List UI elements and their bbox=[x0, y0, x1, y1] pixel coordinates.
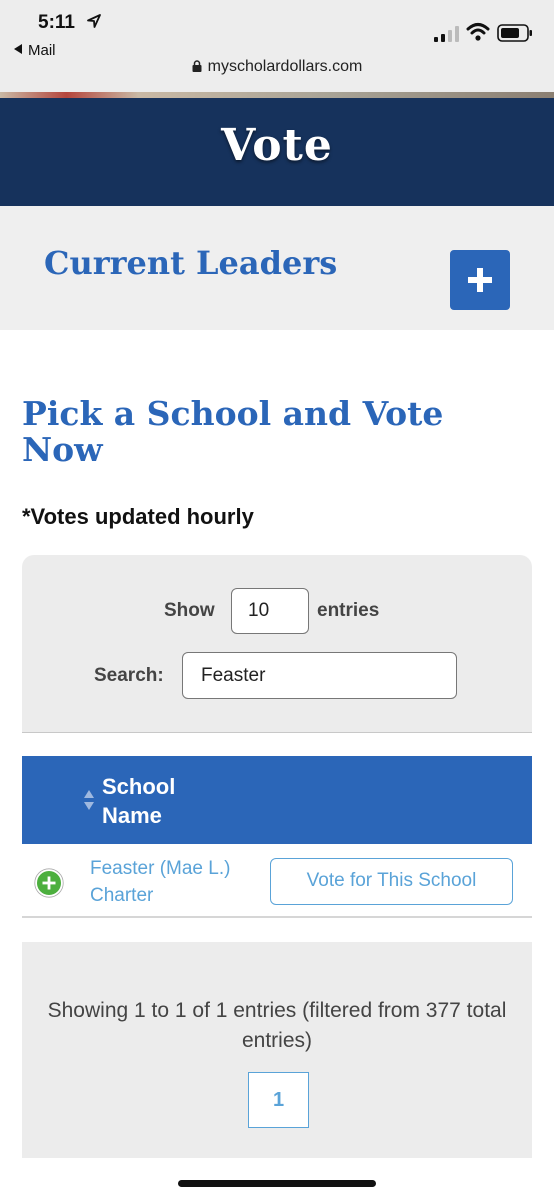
section-heading: Pick a School and Vote Now bbox=[22, 394, 444, 469]
entries-label: entries bbox=[317, 600, 380, 621]
location-arrow-icon bbox=[87, 14, 101, 28]
entries-info: Showing 1 to 1 of 1 entries (filtered fr… bbox=[47, 999, 507, 1052]
page-button-1[interactable]: 1 bbox=[248, 1072, 309, 1128]
plus-icon-vertical bbox=[477, 268, 483, 292]
status-bar bbox=[0, 0, 554, 98]
wifi-icon bbox=[466, 23, 490, 41]
url-text: myscholardollars.com bbox=[207, 58, 363, 75]
table-header[interactable] bbox=[22, 756, 532, 844]
current-leaders-title: Current Leaders bbox=[44, 244, 338, 282]
back-to-mail-link[interactable]: Mail bbox=[14, 42, 56, 59]
table-controls-panel bbox=[22, 555, 532, 733]
address-bar[interactable]: myscholardollars.com bbox=[0, 58, 554, 76]
entries-per-page-select[interactable] bbox=[231, 588, 309, 634]
search-input[interactable] bbox=[182, 652, 457, 699]
page-title: Vote bbox=[221, 120, 333, 171]
vote-for-school-button[interactable]: Vote for This School bbox=[270, 858, 513, 905]
column-header-school-name[interactable]: School Name bbox=[102, 772, 222, 830]
cellular-signal-icon bbox=[434, 26, 459, 42]
lock-icon bbox=[192, 60, 202, 72]
show-label: Show bbox=[164, 600, 215, 621]
school-name-link[interactable]: Feaster (Mae L.) Charter bbox=[90, 855, 250, 909]
battery-icon bbox=[497, 24, 532, 42]
status-time: 5:11 bbox=[38, 12, 75, 33]
votes-update-note: *Votes updated hourly bbox=[22, 504, 254, 529]
expand-row-icon[interactable] bbox=[34, 868, 64, 898]
sort-icon[interactable] bbox=[83, 789, 95, 811]
home-indicator[interactable] bbox=[178, 1180, 376, 1187]
back-arrow-icon bbox=[14, 44, 22, 54]
expand-leaders-button[interactable] bbox=[450, 250, 510, 310]
back-app-label: Mail bbox=[28, 42, 56, 59]
search-label: Search: bbox=[94, 665, 164, 686]
